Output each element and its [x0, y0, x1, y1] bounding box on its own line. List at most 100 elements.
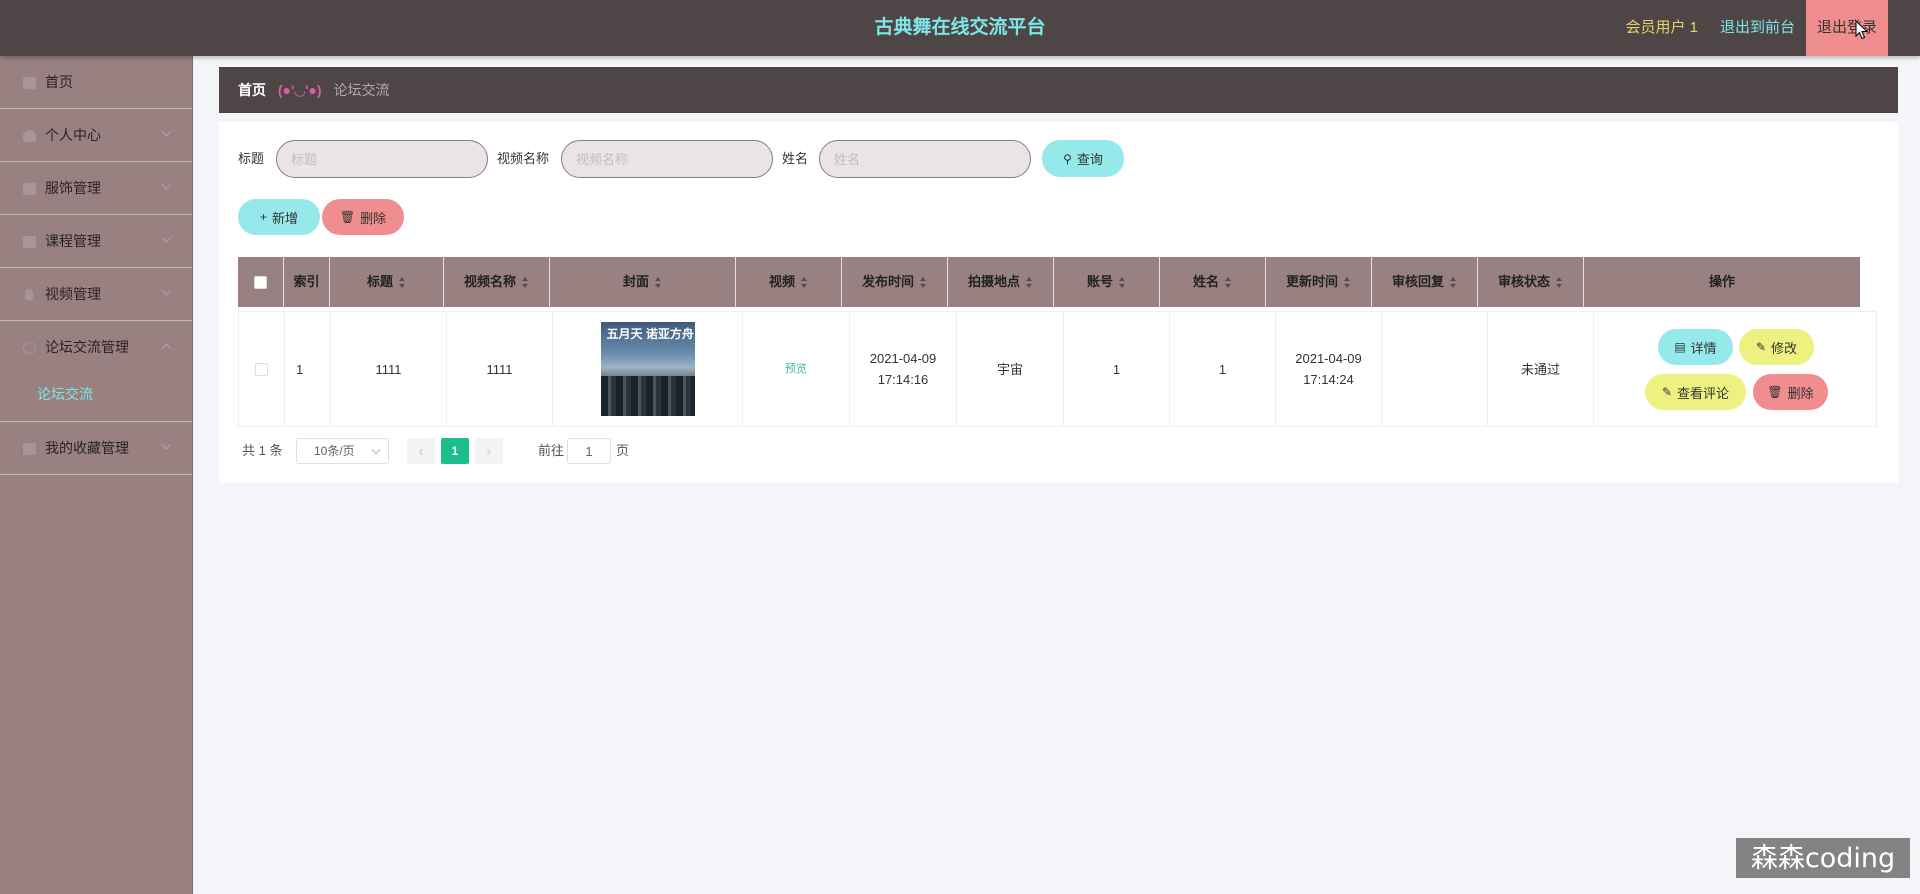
- sidebar: 首页 个人中心 服饰管理 课程管理 视频管理 论坛交流管理 论坛交流 我的收藏管…: [0, 56, 193, 894]
- column-label: 视频: [768, 274, 795, 289]
- cell-update-time: 2021-04-09 17:14:24: [1276, 312, 1382, 426]
- detail-button[interactable]: ▤ 详情: [1658, 329, 1733, 365]
- grid-icon: [23, 183, 36, 195]
- sidebar-item-home[interactable]: 首页: [0, 56, 192, 109]
- chevron-down-icon: [161, 439, 172, 450]
- sidebar-item-label: 课程管理: [45, 233, 101, 249]
- bulk-delete-button[interactable]: 🗑 删除: [322, 199, 404, 235]
- column-label: 审核状态: [1497, 274, 1550, 289]
- query-button[interactable]: ⚲ 查询: [1042, 140, 1124, 177]
- cell-review-status: 未通过: [1488, 312, 1594, 426]
- page-size-value: 10条/页: [314, 444, 355, 458]
- pencil-icon: ✎: [1661, 385, 1673, 399]
- cell-operations: ▤ 详情 ✎ 修改 ✎ 查看评论 🗑 删除: [1594, 312, 1876, 426]
- cell-video-name: 1111: [447, 312, 553, 426]
- sidebar-item-label: 服饰管理: [45, 180, 101, 196]
- top-header: 古典舞在线交流平台 会员用户 1 退出到前台 退出登录: [0, 0, 1920, 56]
- page-number-button[interactable]: 1: [441, 438, 469, 464]
- column-label: 索引: [293, 274, 320, 289]
- detail-button-label: 详情: [1690, 340, 1717, 356]
- column-header-account[interactable]: 账号: [1054, 257, 1160, 307]
- column-header-publish-time[interactable]: 发布时间: [842, 257, 948, 307]
- page-size-select[interactable]: 10条/页: [296, 438, 389, 464]
- sidebar-item-label: 我的收藏管理: [45, 440, 129, 456]
- column-header-title[interactable]: 标题: [330, 257, 444, 307]
- pencil-icon: ✎: [1755, 340, 1767, 354]
- page-jump-input[interactable]: [567, 438, 611, 464]
- row-checkbox[interactable]: [255, 362, 268, 376]
- column-header-operations: 操作: [1584, 257, 1860, 307]
- next-page-button[interactable]: ›: [475, 438, 503, 464]
- cell-account: 1: [1064, 312, 1170, 426]
- column-header-video[interactable]: 视频: [736, 257, 842, 307]
- video-name-search-input[interactable]: [561, 140, 773, 178]
- mouse-cursor-icon: [1855, 20, 1869, 40]
- row-delete-button[interactable]: 🗑 删除: [1753, 374, 1828, 410]
- sort-icon[interactable]: [1026, 277, 1033, 289]
- column-header-cover[interactable]: 封面: [550, 257, 736, 307]
- sort-icon[interactable]: [399, 277, 406, 289]
- sidebar-subitem-forum[interactable]: 论坛交流: [0, 374, 192, 421]
- document-icon: ▤: [1674, 340, 1686, 354]
- sidebar-item-favorites-management[interactable]: 我的收藏管理: [0, 422, 192, 475]
- view-comments-button[interactable]: ✎ 查看评论: [1645, 374, 1746, 410]
- sidebar-item-label: 视频管理: [45, 286, 101, 302]
- edit-button[interactable]: ✎ 修改: [1739, 329, 1814, 365]
- back-to-front-link[interactable]: 退出到前台: [1720, 0, 1795, 56]
- sort-icon[interactable]: [1119, 277, 1126, 289]
- pagination: 共 1 条 10条/页 ‹ 1 › 前往 页: [242, 438, 742, 464]
- add-button-label: 新增: [272, 210, 299, 226]
- column-header-review-status[interactable]: 审核状态: [1478, 257, 1584, 307]
- sort-icon[interactable]: [801, 277, 808, 289]
- home-icon: [23, 77, 36, 89]
- sidebar-item-personal-center[interactable]: 个人中心: [0, 109, 192, 162]
- chevron-up-icon: [161, 343, 172, 354]
- prev-page-button[interactable]: ‹: [407, 438, 435, 464]
- logout-button[interactable]: 退出登录: [1806, 0, 1888, 56]
- sort-icon[interactable]: [920, 277, 927, 289]
- video-preview-link[interactable]: 预览: [785, 359, 807, 380]
- sort-icon[interactable]: [522, 277, 529, 289]
- select-all-checkbox[interactable]: [254, 276, 267, 289]
- sort-icon[interactable]: [1450, 277, 1457, 289]
- row-delete-button-label: 删除: [1787, 385, 1814, 401]
- column-header-review-reply[interactable]: 审核回复: [1372, 257, 1478, 307]
- name-search-input[interactable]: [819, 140, 1031, 178]
- cell-publish-time: 2021-04-09 17:14:16: [850, 312, 957, 426]
- page-unit-label: 页: [616, 443, 630, 458]
- column-header-video-name[interactable]: 视频名称: [444, 257, 550, 307]
- cell-index: 1: [285, 312, 331, 426]
- chevron-down-icon: [161, 126, 172, 137]
- column-header-name[interactable]: 姓名: [1160, 257, 1266, 307]
- sort-icon[interactable]: [1225, 277, 1232, 289]
- cell-location: 宇宙: [957, 312, 1064, 426]
- sidebar-item-forum-management[interactable]: 论坛交流管理: [0, 321, 192, 374]
- chevron-down-icon: [161, 232, 172, 243]
- breadcrumb: 首页 (●'◡'●) 论坛交流: [219, 67, 1898, 113]
- column-label: 审核回复: [1391, 274, 1444, 289]
- title-search-input[interactable]: [276, 140, 488, 178]
- column-header-update-time[interactable]: 更新时间: [1266, 257, 1372, 307]
- cover-image: 五月天 诺亚方舟: [600, 322, 695, 416]
- sidebar-item-label: 个人中心: [45, 127, 101, 143]
- cell-name: 1: [1170, 312, 1276, 426]
- sort-icon[interactable]: [1344, 277, 1351, 289]
- chevron-down-icon: [161, 179, 172, 190]
- user-icon: [23, 130, 36, 142]
- search-bar: 标题 视频名称 姓名 ⚲ 查询: [219, 140, 1898, 178]
- sort-icon[interactable]: [1556, 277, 1563, 289]
- add-button[interactable]: + 新增: [238, 199, 320, 235]
- sort-icon[interactable]: [655, 277, 662, 289]
- cell-video: 预览: [743, 312, 850, 426]
- title-label: 标题: [238, 151, 265, 166]
- chevron-down-icon: [371, 445, 381, 455]
- column-header-location[interactable]: 拍摄地点: [948, 257, 1054, 307]
- sidebar-item-video-management[interactable]: 视频管理: [0, 268, 192, 321]
- sidebar-item-costume-management[interactable]: 服饰管理: [0, 162, 192, 215]
- column-label: 封面: [622, 274, 649, 289]
- breadcrumb-home[interactable]: 首页: [238, 82, 266, 98]
- total-count: 共 1 条: [242, 443, 283, 458]
- sidebar-item-course-management[interactable]: 课程管理: [0, 215, 192, 268]
- column-label: 视频名称: [463, 274, 516, 289]
- table-row: 1 1111 1111 五月天 诺亚方舟 预览 2021-04-09 17:14…: [238, 311, 1877, 427]
